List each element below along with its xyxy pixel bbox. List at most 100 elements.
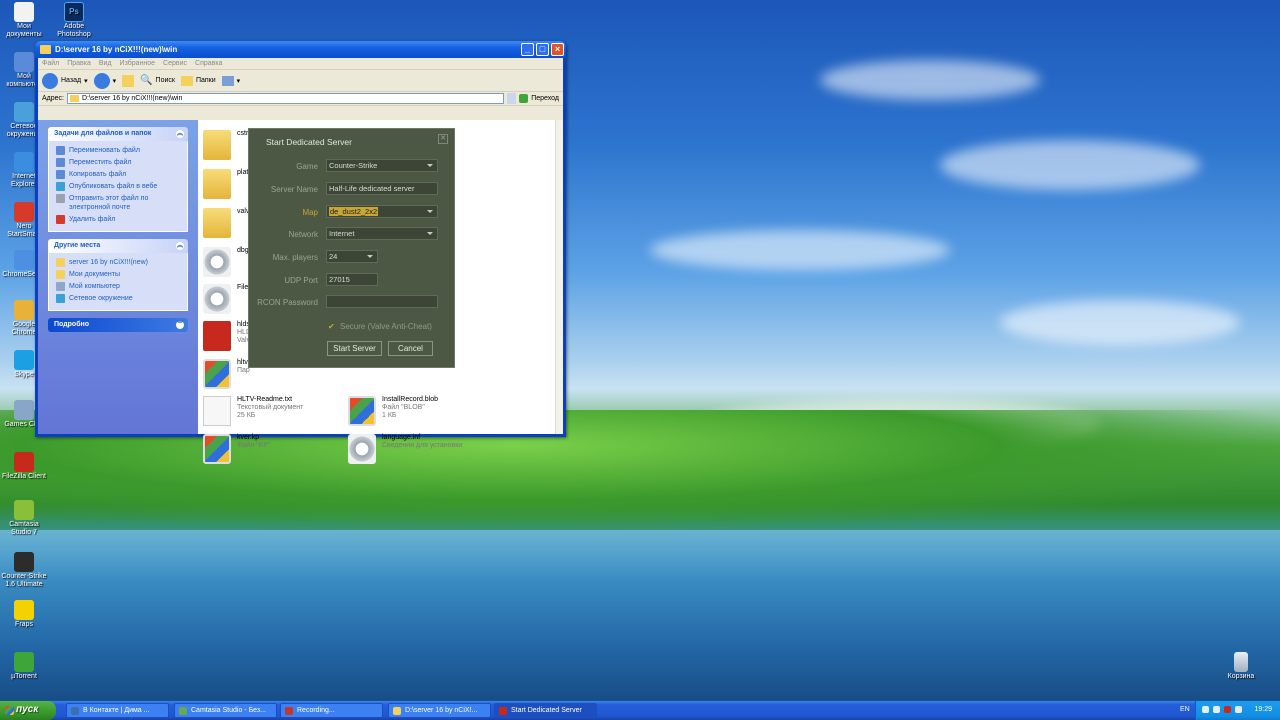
desktop-icon-photoshop[interactable]: Ps Adobe Photoshop (50, 2, 98, 39)
vertical-scrollbar[interactable] (555, 120, 563, 434)
address-bar: Адрес: D:\server 16 by nCiX!!!(new)\win … (38, 92, 563, 106)
folders-button[interactable]: Папки (180, 75, 216, 86)
expand-icon[interactable]: ︾ (176, 321, 184, 329)
tray-safely-remove-icon[interactable] (1235, 706, 1242, 713)
menu-bar: Файл Правка Вид Избранное Сервис Справка (38, 58, 563, 70)
file-item[interactable]: HLTV-Readme.txt Текстовый документ 25 КБ (203, 396, 343, 430)
task-link[interactable]: server 16 by nCiX!!!(new) (56, 258, 180, 267)
task-icon (56, 215, 65, 224)
search-button[interactable]: 🔍 Поиск (140, 75, 175, 86)
details-panel: Подробно ︾ (48, 318, 188, 332)
maximize-button[interactable]: □ (536, 43, 549, 56)
go-icon[interactable] (519, 94, 529, 103)
start-dedicated-server-dialog: Start Dedicated Server ✕ Game Counter-St… (248, 128, 455, 368)
udp-port-input[interactable]: 27015 (326, 273, 378, 286)
go-button[interactable]: Переход (531, 95, 559, 102)
menu-item[interactable]: Избранное (120, 60, 155, 67)
server-name-input[interactable]: Half-Life dedicated server (326, 182, 438, 195)
task-link[interactable]: Опубликовать файл в вебе (56, 182, 180, 191)
game-label: Game (296, 162, 318, 171)
tray-app-icon[interactable] (1224, 706, 1231, 713)
desktop-icon-filezilla[interactable]: FileZilla Client (0, 452, 48, 481)
task-link[interactable]: Сетевое окружение (56, 294, 180, 303)
task-link[interactable]: Переименовать файл (56, 146, 180, 155)
max-players-label: Max. players (272, 253, 318, 262)
language-indicator[interactable]: EN (1180, 706, 1190, 713)
taskbar: пуск В Контакте | Дима ... Camtasia Studi… (0, 701, 1280, 720)
task-link[interactable]: Мои документы (56, 270, 180, 279)
rcon-password-input[interactable] (326, 295, 438, 308)
views-button[interactable]: ▾ (221, 75, 240, 86)
tasks-panel-header[interactable]: Задачи для файлов и папок ︽ (48, 127, 188, 141)
menu-item[interactable]: Файл (42, 60, 59, 67)
network-icon (14, 102, 34, 122)
collapse-icon[interactable]: ︽ (176, 242, 184, 250)
utorrent-icon (14, 652, 34, 672)
clock: 19:29 (1254, 706, 1272, 713)
forward-button[interactable]: ▾ (93, 72, 116, 89)
menu-item[interactable]: Сервис (163, 60, 187, 67)
menu-item[interactable]: Справка (195, 60, 222, 67)
menu-item[interactable]: Правка (67, 60, 91, 67)
details-panel-header[interactable]: Подробно ︾ (48, 318, 188, 332)
file-detail: 1 КБ (382, 412, 397, 419)
secure-checkbox[interactable]: ✔ Secure (Valve Anti-Cheat) (328, 322, 432, 331)
back-button[interactable]: Назад ▾ (42, 72, 88, 89)
start-server-button[interactable]: Start Server (327, 341, 382, 356)
desktop-icon-recycle-bin[interactable]: Корзина (1217, 652, 1265, 681)
file-item[interactable]: language.inf Сведения для установки (348, 434, 488, 468)
taskbar-button[interactable]: Recording... (280, 703, 383, 718)
max-players-select[interactable]: 24 (326, 250, 378, 263)
desktop-icon-counter-strike[interactable]: Counter-Strike 1.6 Ultimate (0, 552, 48, 589)
tray-network-icon[interactable] (1202, 706, 1209, 713)
file-item[interactable]: InstallRecord.blob Файл "BLOB" 1 КБ (348, 396, 488, 430)
start-button[interactable]: пуск (0, 701, 56, 720)
desktop-icon-utorrent[interactable]: µTorrent (0, 652, 48, 681)
minimize-button[interactable]: _ (521, 43, 534, 56)
udp-port-label: UDP Port (284, 276, 318, 285)
chevron-down-icon (427, 164, 433, 167)
taskbar-button[interactable]: Start Dedicated Server (494, 703, 597, 718)
taskbar-button[interactable]: Camtasia Studio - Без... (174, 703, 277, 718)
folder-icon (203, 169, 231, 199)
forward-arrow-icon (93, 72, 110, 89)
explorer-titlebar[interactable]: D:\server 16 by nCiX!!!(new)\win _ □ × (35, 41, 566, 58)
close-button[interactable]: × (551, 43, 564, 56)
cancel-button[interactable]: Cancel (388, 341, 433, 356)
tray-volume-icon[interactable] (1213, 706, 1220, 713)
file-detail: Файл "KP" (237, 442, 271, 449)
file-item[interactable]: kver.kp Файл "KP" (203, 434, 343, 468)
up-folder-button[interactable] (122, 74, 135, 87)
desktop-icon-my-documents[interactable]: Мои документы (0, 2, 48, 39)
map-select[interactable]: de_dust2_2x2 (326, 205, 438, 218)
places-panel-header[interactable]: Другие места ︽ (48, 239, 188, 253)
file-name: cstr (237, 130, 249, 137)
collapse-icon[interactable]: ︽ (176, 130, 184, 138)
task-link[interactable]: Удалить файл (56, 215, 180, 224)
folder-icon (40, 45, 51, 54)
my-computer-icon (14, 52, 34, 72)
taskbar-button[interactable]: D:\server 16 by nCiX!... (388, 703, 491, 718)
game-select[interactable]: Counter-Strike (326, 159, 438, 172)
desktop-icon-fraps[interactable]: Fraps (0, 600, 48, 629)
task-link[interactable]: Отправить этот файл по электронной почте (56, 194, 180, 212)
checkmark-icon: ✔ (328, 321, 335, 331)
network-select[interactable]: Internet (326, 227, 438, 240)
chevron-down-icon (367, 255, 373, 258)
address-input[interactable]: D:\server 16 by nCiX!!!(new)\win (66, 93, 505, 104)
taskbar-button[interactable]: В Контакте | Дима ... (66, 703, 169, 718)
desktop-icon-camtasia[interactable]: Camtasia Studio 7 (0, 500, 48, 537)
task-pane: Задачи для файлов и папок ︽ Переименовать… (38, 120, 198, 434)
camtasia-icon (14, 500, 34, 520)
windows-file-icon (203, 359, 231, 389)
task-icon (56, 294, 65, 303)
settings-file-icon (348, 434, 376, 464)
task-link[interactable]: Переместить файл (56, 158, 180, 167)
address-dropdown[interactable] (507, 93, 517, 104)
task-link[interactable]: Копировать файл (56, 170, 180, 179)
chrome-icon (14, 300, 34, 320)
menu-item[interactable]: Вид (99, 60, 112, 67)
task-link[interactable]: Мой компьютер (56, 282, 180, 291)
dialog-close-button[interactable]: ✕ (438, 134, 448, 144)
windows-file-icon (203, 434, 231, 464)
